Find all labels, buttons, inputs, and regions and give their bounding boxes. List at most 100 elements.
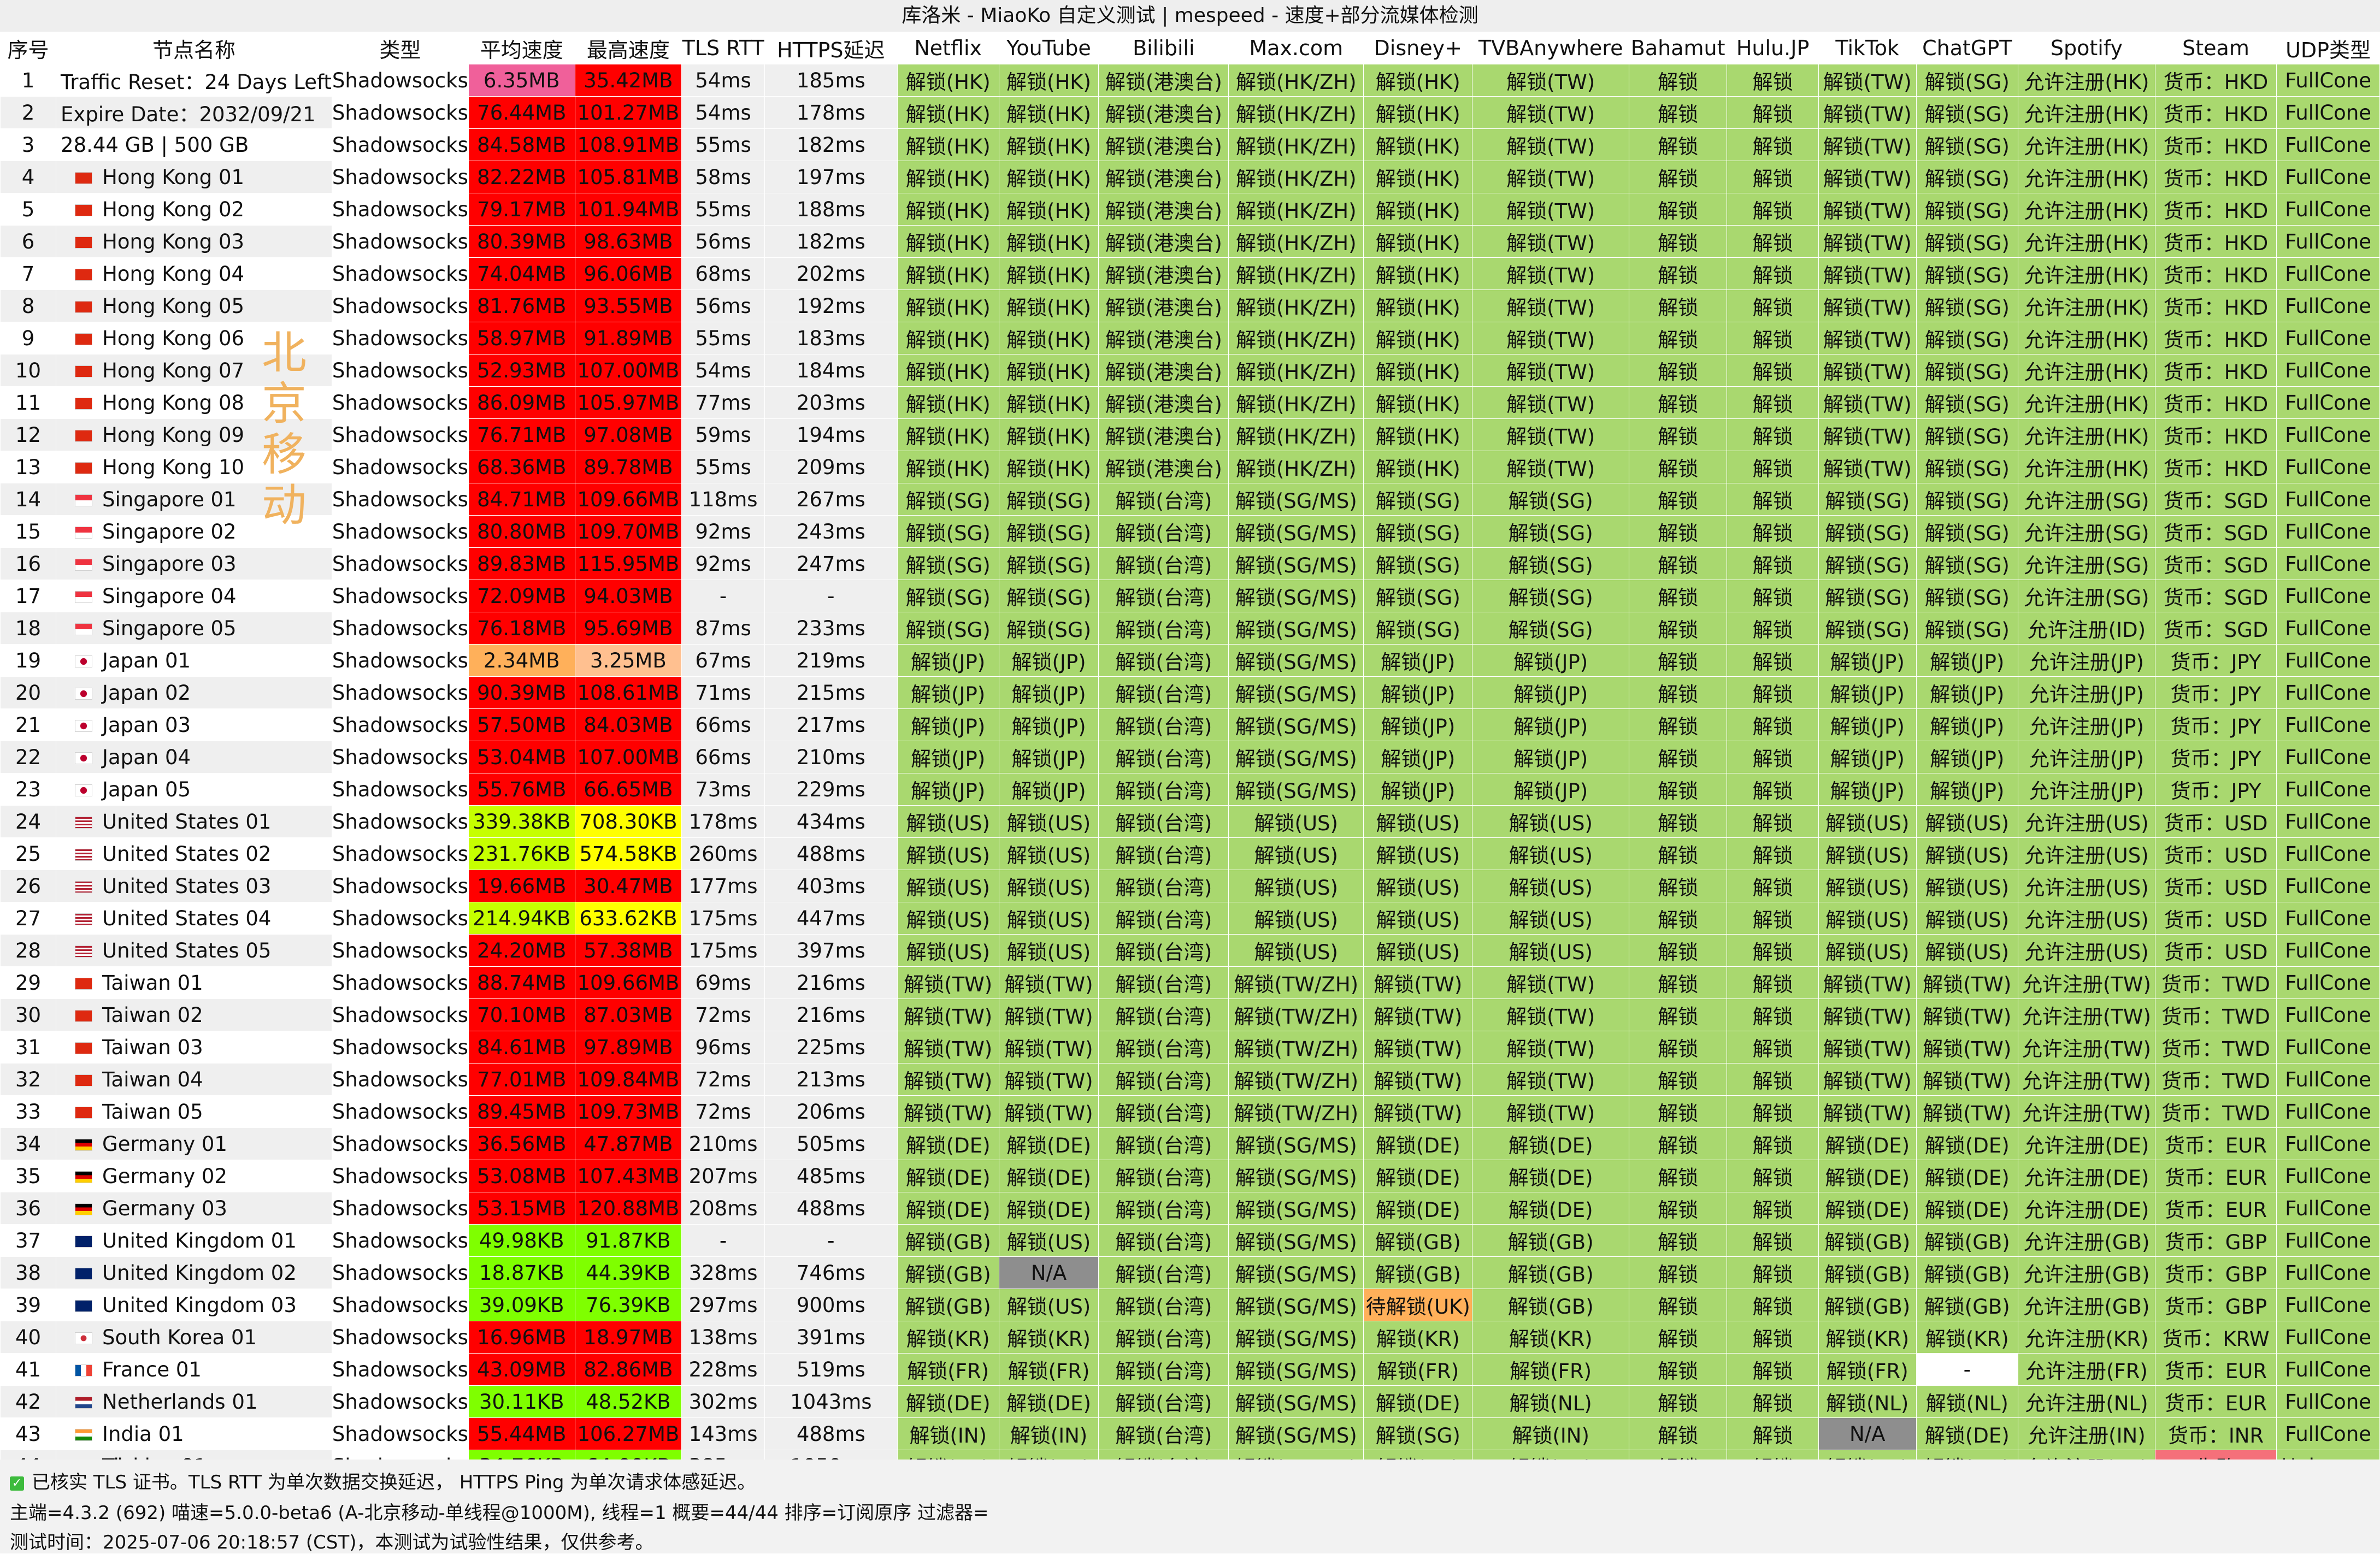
flag-icon [75,430,93,442]
cell-Netflix: 解锁(HK) [897,354,999,387]
node-name: Hong Kong 03 [102,229,245,253]
column-header[interactable]: ChatGPT [1916,32,2018,64]
cell-Max.com: 解锁(HK/ZH) [1228,451,1364,483]
cell-Netflix: 解锁(JP) [897,644,999,677]
cell-序号: 24 [0,805,57,838]
cell-平均速度: 18.87KB [468,1256,575,1289]
cell-TLS RTT: 67ms [681,644,765,677]
cell-Spotify: 允许注册(HK) [2017,386,2155,419]
cell-TLS RTT: 54ms [681,96,765,129]
column-header[interactable]: 类型 [331,32,469,64]
cell-Spotify: 允许注册(FR) [2017,1353,2155,1386]
cell-序号: 20 [0,676,57,709]
cell-Spotify: 允许注册(TW) [2017,1063,2155,1096]
cell-HTTPS延迟: 397ms [764,934,898,967]
cell-最高速度: 109.66MB [574,966,682,999]
column-header[interactable]: 节点名称 [56,32,332,64]
cell-ChatGPT: 解锁(SG) [1916,64,2018,97]
cell-Disney+: 解锁(HK) [1363,161,1473,193]
cell-TLS RTT: 297ms [681,1289,765,1321]
cell-Hulu.JP: 解锁 [1727,676,1819,709]
column-header[interactable]: Netflix [897,32,999,64]
cell-ChatGPT: 解锁(SG) [1916,193,2018,226]
cell-Steam: 货币：HKD [2154,354,2277,387]
cell-Bilibili: 解锁(台湾) [1098,515,1229,548]
cell-平均速度: 89.45MB [468,1095,575,1128]
region-stamp: 北京移动 [261,327,307,531]
cell-序号: 37 [0,1224,57,1257]
column-header[interactable]: Steam [2154,32,2277,64]
cell-Max.com: 解锁(HK/ZH) [1228,289,1364,322]
column-header[interactable]: Disney+ [1363,32,1473,64]
node-name: Hong Kong 10 [102,455,245,479]
cell-TVBAnywhere: 解锁(TW) [1472,1063,1629,1096]
cell-HTTPS延迟: - [764,1224,898,1257]
column-header[interactable]: Bilibili [1098,32,1229,64]
cell-Disney+: 解锁(SG) [1363,580,1473,612]
cell-类型: Shadowsocks [331,1385,469,1418]
column-header[interactable]: Spotify [2017,32,2155,64]
column-header[interactable]: HTTPS延迟 [764,32,898,64]
cell-Bilibili: 解锁(港澳台) [1098,386,1229,419]
column-header[interactable]: UDP类型 [2276,32,2380,64]
column-header[interactable]: Max.com [1228,32,1364,64]
cell-Max.com: 解锁(SG/MS) [1228,612,1364,645]
cell-YouTube: 解锁(TW) [998,966,1099,999]
cell-最高速度: 84.03MB [574,708,682,741]
column-header[interactable]: TLS RTT [681,32,765,64]
cell-ChatGPT: 解锁(JP) [1916,676,2018,709]
node-name: Singapore 02 [102,519,237,543]
cell-序号: 5 [0,193,57,226]
cell-Netflix: 解锁(SG) [897,580,999,612]
cell-Hulu.JP: 解锁 [1727,225,1819,258]
table-row: 8 Hong Kong 05 Shadowsocks 81.76MB 93.55MB 56… [0,289,2380,322]
cell-类型: Shadowsocks [331,998,469,1031]
column-header[interactable]: 平均速度 [468,32,575,64]
cell-TVBAnywhere: 解锁(TW) [1472,161,1629,193]
node-name: South Korea 01 [102,1325,257,1349]
cell-序号: 34 [0,1127,57,1160]
cell-最高速度: 120.88MB [574,1192,682,1225]
cell-HTTPS延迟: 434ms [764,805,898,838]
table-row: 12 Hong Kong 09 Shadowsocks 76.71MB 97.08MB 5… [0,418,2380,451]
node-name-cell: United States 04 [56,902,332,935]
cell-Hulu.JP: 解锁 [1727,837,1819,870]
table-row: 14 Singapore 01 Shadowsocks 84.71MB 109.66MB… [0,483,2380,516]
cell-Bilibili: 解锁(台湾) [1098,805,1229,838]
flag-icon [75,1364,93,1376]
cell-TLS RTT: 54ms [681,64,765,97]
cell-Netflix: 解锁(US) [897,805,999,838]
column-header[interactable]: TikTok [1818,32,1917,64]
cell-Netflix: 解锁(FR) [897,1353,999,1386]
cell-TikTok: 解锁(GB) [1818,1289,1917,1321]
cell-Hulu.JP: 解锁 [1727,547,1819,580]
cell-Disney+: 解锁(TW) [1363,998,1473,1031]
column-header[interactable]: 序号 [0,32,57,64]
cell-HTTPS延迟: - [764,580,898,612]
table-row: 34 Germany 01 Shadowsocks 36.56MB 47.87MB 210… [0,1127,2380,1160]
cell-Bahamut: 解锁 [1628,1289,1728,1321]
footer-line-2: 主端=4.3.2 (692) 喵速=5.0.0-beta6 (A-北京移动-单线… [10,1502,989,1524]
cell-Hulu.JP: 解锁 [1727,1160,1819,1192]
cell-UDP类型: FullCone [2276,1385,2380,1418]
cell-最高速度: 101.27MB [574,96,682,129]
cell-HTTPS延迟: 485ms [764,1160,898,1192]
column-header[interactable]: Hulu.JP [1727,32,1819,64]
cell-YouTube: N/A [998,1256,1099,1289]
table-row: 13 Hong Kong 10 Shadowsocks 68.36MB 89.78MB 5… [0,451,2380,483]
cell-TLS RTT: 73ms [681,773,765,806]
table-row: 26 United States 03 Shadowsocks 19.66MB 30.4… [0,870,2380,902]
cell-UDP类型: FullCone [2276,1321,2380,1354]
column-header[interactable]: 最高速度 [574,32,682,64]
column-header[interactable]: Bahamut [1628,32,1728,64]
flag-icon [75,913,93,925]
column-header[interactable]: YouTube [998,32,1099,64]
node-name-cell: Hong Kong 04 [56,257,332,290]
cell-Steam: 货币：USD [2154,902,2277,935]
cell-最高速度: 47.87MB [574,1127,682,1160]
node-name: Taiwan 02 [102,1003,203,1027]
cell-Bilibili: 解锁(台湾) [1098,612,1229,645]
cell-Steam: 货币：USD [2154,870,2277,902]
column-header[interactable]: TVBAnywhere [1472,32,1629,64]
cell-Steam: 货币：SGD [2154,612,2277,645]
